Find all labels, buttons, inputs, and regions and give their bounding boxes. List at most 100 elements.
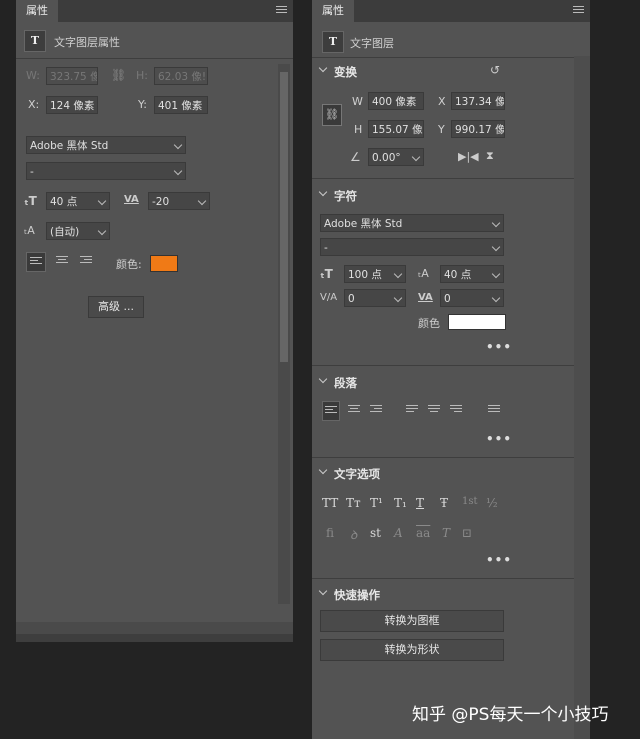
left-scrollbar-thumb[interactable] [280,72,288,362]
font-size-select[interactable]: 100 点 [344,265,406,283]
right-properties-panel: 属性 T 文字图层 变换 ↺ ⛓ W 400 像素 X 137.34 像! H … [312,0,590,739]
type-options-title: 文字选项 [334,467,380,481]
font-family-select[interactable]: Adobe 黑体 Std [320,214,504,232]
font-size-icon: ₜT [24,194,37,208]
tracking-select[interactable]: 0 [440,289,504,307]
type-layer-icon: T [322,31,344,53]
align-center-icon[interactable] [56,256,68,266]
justify-last-center-icon[interactable] [428,405,440,415]
fractions-icon[interactable]: ½ [486,496,498,510]
all-caps-icon[interactable]: TT [322,496,338,510]
panel-menu-icon[interactable] [573,6,584,15]
align-right-icon[interactable] [370,405,382,415]
left-bottom-divider [16,634,293,642]
convert-to-shape-button[interactable]: 转换为形状 [320,639,504,661]
left-properties-panel: 属性 T 文字图层属性 W: 323.75 像! ⛓ H: 62.03 像! X… [16,0,293,642]
quick-actions-collapse-icon[interactable] [318,586,328,596]
left-scrollbar[interactable] [278,64,290,604]
font-size-icon: ₜT [320,267,333,281]
x-label: X: [28,98,40,111]
kerning-icon: V/A [320,292,338,303]
contextual-alternates-icon[interactable]: ⊡ [462,526,472,540]
stylistic-alternates-icon[interactable]: aa [416,526,430,540]
type-layer-icon: T [24,30,46,52]
right-tab-bar: 属性 [312,0,590,22]
font-style-select[interactable]: - [26,162,186,180]
constrain-link-button[interactable]: ⛓ [322,104,342,126]
swash-icon[interactable]: A [394,526,403,540]
x-label: X [438,95,446,108]
ligatures-icon[interactable]: fi [326,526,334,540]
h-label: H: [136,69,148,82]
w-label: W [352,95,363,108]
left-tab-properties[interactable]: 属性 [16,0,58,22]
h-field[interactable]: 155.07 像! [368,120,424,138]
w-label: W: [26,69,40,82]
y-field[interactable]: 990.17 像! [451,120,505,138]
paragraph-title: 段落 [334,376,357,390]
align-right-icon[interactable] [80,256,92,266]
type-options-more-button[interactable]: ••• [486,553,512,567]
w-field[interactable]: 323.75 像! [46,67,98,85]
font-style-select[interactable]: - [320,238,504,256]
color-swatch[interactable] [150,255,178,272]
underline-icon[interactable]: T [416,496,424,510]
w-field[interactable]: 400 像素 [368,92,424,110]
discretionary-ligatures-icon[interactable]: st [370,526,381,540]
quick-actions-title: 快速操作 [334,588,380,602]
leading-icon: ₜA [418,267,429,280]
justify-last-right-icon[interactable] [450,405,462,415]
link-icon[interactable]: ⛓ [111,68,126,82]
align-left-button[interactable] [26,252,46,272]
justify-last-left-icon[interactable] [406,405,418,415]
angle-select[interactable]: 0.00° [368,148,424,166]
paragraph-collapse-icon[interactable] [318,374,328,384]
right-tab-properties[interactable]: 属性 [312,0,354,22]
character-more-button[interactable]: ••• [486,340,512,354]
paragraph-more-button[interactable]: ••• [486,432,512,446]
ordinals-icon[interactable]: 1st [462,496,478,507]
character-title: 字符 [334,189,357,203]
titling-alternates-icon[interactable]: T [442,526,450,540]
subscript-icon[interactable]: T₁ [394,496,407,510]
kerning-select[interactable]: 0 [344,289,406,307]
h-field[interactable]: 62.03 像! [154,67,208,85]
flip-horizontal-icon[interactable]: ▶|◀ [458,150,479,164]
advanced-button[interactable]: 高级 ... [88,296,144,318]
flip-vertical-icon[interactable]: ⧗ [486,149,494,163]
strikethrough-icon[interactable]: Ŧ [440,496,448,510]
leading-icon: ₜA [24,224,35,237]
panel-menu-icon[interactable] [276,6,287,15]
right-scrollbar[interactable] [574,56,590,739]
convert-to-frame-button[interactable]: 转换为图框 [320,610,504,632]
color-label: 颜色 [418,317,440,330]
leading-select[interactable]: 40 点 [440,265,504,283]
tracking-icon: VA [418,292,433,303]
type-options-collapse-icon[interactable] [318,465,328,475]
color-swatch[interactable] [448,314,506,330]
reset-transform-icon[interactable]: ↺ [490,63,500,77]
y-field[interactable]: 401 像素 [154,96,208,114]
h-label: H [354,123,363,136]
character-collapse-icon[interactable] [318,187,328,197]
font-size-select[interactable]: 40 点 [46,192,110,210]
old-style-icon[interactable]: ꝺ [350,526,357,543]
transform-collapse-icon[interactable] [318,63,328,73]
font-family-select[interactable]: Adobe 黑体 Std [26,136,186,154]
align-center-icon[interactable] [348,405,360,415]
watermark-text: 知乎 @PS每天一个小技巧 [412,705,609,725]
tracking-select[interactable]: -20 [148,192,210,210]
leading-select[interactable]: (自动) [46,222,110,240]
x-field[interactable]: 137.34 像! [451,92,505,110]
superscript-icon[interactable]: T¹ [370,496,383,510]
tracking-icon: VA [124,194,139,205]
right-header-title: 文字图层 [350,37,394,50]
small-caps-icon[interactable]: Tт [346,496,361,510]
transform-title: 变换 [334,65,357,79]
align-left-button[interactable] [322,401,340,421]
left-tab-bar: 属性 [16,0,293,22]
angle-icon: ∠ [350,150,361,164]
x-field[interactable]: 124 像素 [46,96,98,114]
y-label: Y [438,123,445,136]
justify-all-icon[interactable] [488,405,500,415]
